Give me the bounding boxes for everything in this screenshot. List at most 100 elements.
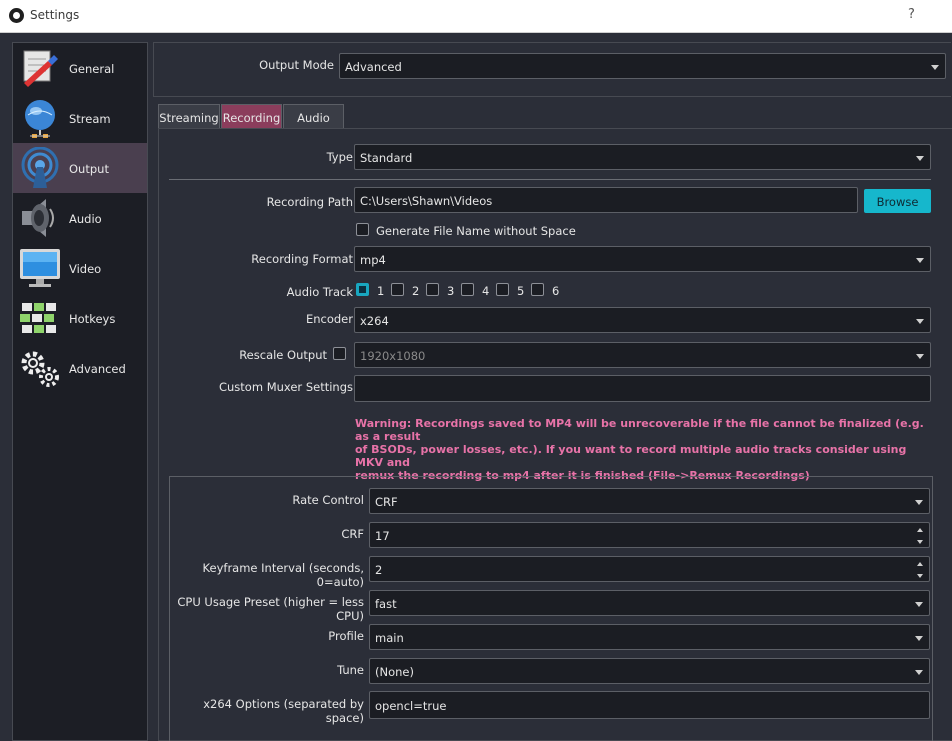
- title-bar: Settings ?: [0, 0, 952, 33]
- sidebar-item-hotkeys[interactable]: Hotkeys: [13, 293, 147, 343]
- crf-value: 17: [375, 529, 390, 543]
- output-mode-select[interactable]: Advanced: [339, 53, 946, 79]
- audio-track-label: Audio Track: [286, 285, 353, 299]
- output-icon: [21, 147, 59, 188]
- audio-track-1-checkbox[interactable]: [356, 283, 369, 296]
- encoder-settings-group: Rate Control CRF CRF 17 Keyframe Interva…: [169, 476, 933, 741]
- rescale-output-checkbox[interactable]: [333, 347, 346, 360]
- tab-streaming[interactable]: Streaming: [158, 104, 220, 128]
- help-button[interactable]: ?: [908, 7, 915, 22]
- audio-track-4-label: 4: [482, 284, 490, 298]
- sidebar-item-label: Audio: [69, 212, 102, 226]
- tune-value: (None): [375, 665, 414, 679]
- keyframe-interval-label: Keyframe Interval (seconds, 0=auto): [202, 561, 364, 589]
- x264-options-label: x264 Options (separated by space): [203, 697, 364, 725]
- output-mode-value: Advanced: [345, 60, 402, 74]
- type-value: Standard: [360, 151, 413, 165]
- tune-label: Tune: [337, 663, 364, 677]
- rescale-output-label: Rescale Output: [239, 348, 327, 362]
- audio-track-3-label: 3: [447, 284, 455, 298]
- tune-select[interactable]: (None): [369, 658, 930, 684]
- rescale-output-value: 1920x1080: [360, 349, 426, 363]
- warning-line: Warning: Recordings saved to MP4 will be…: [355, 417, 924, 443]
- custom-muxer-label: Custom Muxer Settings: [218, 380, 353, 394]
- audio-track-6-checkbox[interactable]: [531, 283, 544, 296]
- encoder-select[interactable]: x264: [354, 307, 931, 333]
- chevron-down-icon: [915, 602, 923, 607]
- chevron-down-icon: [916, 258, 924, 263]
- recording-format-select[interactable]: mp4: [354, 246, 931, 272]
- window-title: Settings: [30, 8, 80, 22]
- type-select[interactable]: Standard: [354, 144, 931, 170]
- audio-track-5-label: 5: [517, 284, 525, 298]
- rate-control-select[interactable]: CRF: [369, 488, 930, 514]
- spin-up-icon[interactable]: [917, 528, 923, 532]
- advanced-icon: [21, 351, 59, 387]
- spin-down-icon[interactable]: [917, 540, 923, 544]
- sidebar-item-video[interactable]: Video: [13, 243, 147, 293]
- chevron-down-icon: [916, 156, 924, 161]
- audio-track-2-checkbox[interactable]: [391, 283, 404, 296]
- profile-select[interactable]: main: [369, 624, 930, 650]
- output-mode-panel: Output Mode Advanced: [153, 42, 951, 97]
- spin-down-icon[interactable]: [917, 574, 923, 578]
- chevron-down-icon: [915, 670, 923, 675]
- crf-spinbox[interactable]: 17: [369, 522, 930, 548]
- recording-path-input[interactable]: C:\Users\Shawn\Videos: [354, 187, 858, 213]
- no-space-label: Generate File Name without Space: [376, 224, 576, 238]
- profile-label: Profile: [328, 629, 364, 643]
- recording-format-label: Recording Format: [251, 252, 353, 266]
- sidebar-item-label: Hotkeys: [69, 312, 116, 326]
- audio-icon: [22, 199, 54, 237]
- audio-track-4-checkbox[interactable]: [461, 283, 474, 296]
- sidebar-item-label: Advanced: [69, 362, 126, 376]
- encoder-value: x264: [360, 314, 389, 328]
- keyframe-interval-value: 2: [375, 563, 383, 577]
- warning-line: of BSODs, power losses, etc.). If you wa…: [355, 443, 907, 469]
- settings-sidebar: General Stream Output Audio Video Hotkey…: [12, 42, 148, 741]
- type-label: Type: [326, 150, 353, 164]
- spin-up-icon[interactable]: [917, 562, 923, 566]
- audio-track-1-label: 1: [377, 284, 385, 298]
- crf-label: CRF: [341, 527, 364, 541]
- sidebar-item-stream[interactable]: Stream: [13, 93, 147, 143]
- sidebar-item-general[interactable]: General: [13, 43, 147, 93]
- output-mode-label: Output Mode: [259, 58, 334, 72]
- sidebar-item-label: Output: [69, 162, 109, 176]
- audio-track-6-label: 6: [552, 284, 560, 298]
- chevron-down-icon: [915, 500, 923, 505]
- chevron-down-icon: [931, 65, 939, 70]
- sidebar-item-audio[interactable]: Audio: [13, 193, 147, 243]
- recording-path-label: Recording Path: [266, 195, 353, 209]
- audio-track-5-checkbox[interactable]: [496, 283, 509, 296]
- keyframe-interval-spinbox[interactable]: 2: [369, 556, 930, 582]
- sidebar-item-label: General: [69, 62, 115, 76]
- hotkeys-icon: [20, 303, 56, 333]
- settings-content: Output Mode Advanced Streaming Recording…: [153, 42, 952, 741]
- tab-recording[interactable]: Recording: [221, 104, 282, 128]
- cpu-preset-select[interactable]: fast: [369, 590, 930, 616]
- audio-track-3-checkbox[interactable]: [426, 283, 439, 296]
- cpu-preset-value: fast: [375, 597, 397, 611]
- tab-audio[interactable]: Audio: [283, 104, 344, 128]
- audio-track-2-label: 2: [412, 284, 420, 298]
- profile-value: main: [375, 631, 404, 645]
- custom-muxer-input[interactable]: [354, 375, 931, 402]
- cpu-preset-label: CPU Usage Preset (higher = less CPU): [177, 595, 364, 623]
- divider: [169, 179, 931, 180]
- chevron-down-icon: [916, 319, 924, 324]
- video-icon: [20, 249, 60, 287]
- x264-options-input[interactable]: opencl=true: [369, 691, 930, 719]
- mp4-warning-text: Warning: Recordings saved to MP4 will be…: [355, 417, 931, 482]
- recording-format-value: mp4: [360, 253, 386, 267]
- sidebar-item-advanced[interactable]: Advanced: [13, 343, 147, 393]
- general-icon: [23, 50, 58, 87]
- rate-control-label: Rate Control: [292, 493, 364, 507]
- browse-button[interactable]: Browse: [864, 189, 931, 213]
- rate-control-value: CRF: [375, 495, 398, 509]
- sidebar-item-label: Video: [69, 262, 102, 276]
- no-space-checkbox[interactable]: [356, 223, 369, 236]
- sidebar-item-output[interactable]: Output: [13, 143, 147, 193]
- rescale-output-select[interactable]: 1920x1080: [354, 342, 931, 368]
- sidebar-item-label: Stream: [69, 112, 111, 126]
